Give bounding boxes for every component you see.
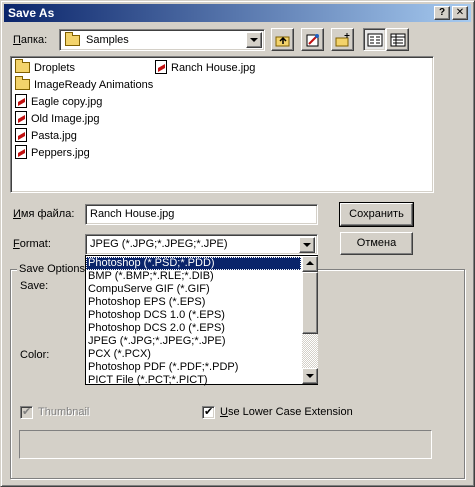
filename-label: Имя файла: (13, 208, 75, 220)
thumbnail-label: Thumbnail (38, 406, 90, 418)
lowercase-extension-checkbox[interactable]: ✔ (202, 406, 215, 419)
save-button[interactable]: Сохранить (339, 202, 414, 227)
up-one-level-button[interactable] (271, 28, 294, 51)
help-button[interactable]: ? (434, 6, 450, 20)
list-view-icon (367, 33, 383, 47)
scroll-thumb[interactable] (302, 272, 318, 334)
list-item[interactable]: ImageReady Animations (15, 76, 153, 93)
list-item[interactable]: Ranch House.jpg (155, 60, 255, 76)
list-view-button[interactable] (363, 28, 386, 51)
filename-value: Ranch House.jpg (90, 208, 175, 220)
help-icon: ? (438, 7, 446, 18)
scroll-down-button[interactable] (302, 368, 318, 384)
format-label: Format: (13, 238, 51, 250)
image-file-icon (15, 145, 27, 159)
format-option[interactable]: Photoshop PDF (*.PDF;*.PDP) (86, 361, 301, 374)
chevron-down-icon (303, 243, 311, 247)
close-icon: ✕ (455, 7, 465, 18)
filename-input[interactable]: Ranch House.jpg (85, 204, 318, 225)
cancel-button[interactable]: Отмена (340, 232, 413, 255)
details-view-button[interactable] (386, 28, 409, 51)
favorites-button[interactable] (301, 28, 324, 51)
format-option[interactable]: Photoshop EPS (*.EPS) (86, 296, 301, 309)
format-option[interactable]: Photoshop (*.PSD;*.PDD) (86, 257, 301, 270)
format-dropdown-list[interactable]: Photoshop (*.PSD;*.PDD) BMP (*.BMP;*.RLE… (85, 255, 318, 387)
format-option[interactable]: PCX (*.PCX) (86, 348, 301, 361)
format-options: Photoshop (*.PSD;*.PDD) BMP (*.BMP;*.RLE… (86, 257, 301, 387)
save-label: Save: (20, 280, 49, 292)
color-label: Color: (20, 349, 50, 361)
folder-icon (65, 32, 80, 47)
image-file-icon (155, 60, 167, 74)
format-option[interactable]: JPEG (*.JPG;*.JPEG;*.JPE) (86, 335, 301, 348)
save-as-dialog: Save As ? ✕ Папка: Samples Droplets Imag… (0, 0, 475, 487)
format-combo[interactable]: JPEG (*.JPG;*.JPEG;*.JPE) (85, 234, 318, 255)
window-title: Save As (8, 6, 55, 20)
chevron-down-icon (306, 374, 314, 378)
favorites-icon (306, 34, 319, 47)
format-option[interactable]: Photoshop DCS 2.0 (*.EPS) (86, 322, 301, 335)
list-item[interactable]: Eagle copy.jpg (15, 94, 102, 110)
lowercase-extension-label: Use Lower Case Extension (220, 406, 353, 418)
chevron-down-icon (250, 38, 258, 42)
chevron-up-icon (306, 261, 314, 265)
format-option[interactable]: CompuServe GIF (*.GIF) (86, 283, 301, 296)
folder-icon (15, 76, 30, 90)
folder-icon (15, 59, 30, 73)
new-folder-icon (335, 33, 350, 47)
folder-label: Папка: (13, 34, 48, 46)
save-options-title: Save Options (17, 263, 88, 275)
format-option[interactable]: PICT File (*.PCT;*.PICT) (86, 374, 301, 387)
thumbnail-checkbox[interactable]: ✔ (20, 406, 33, 419)
format-combo-arrow[interactable] (299, 237, 315, 253)
list-item[interactable]: Pasta.jpg (15, 128, 77, 144)
scroll-up-button[interactable] (302, 256, 318, 272)
checkmark-icon: ✔ (22, 406, 32, 418)
folder-combo-arrow[interactable] (246, 32, 262, 48)
list-item[interactable]: Old Image.jpg (15, 111, 99, 127)
image-file-icon (15, 111, 27, 125)
folder-combo-value: Samples (86, 34, 129, 46)
details-view-icon (390, 33, 406, 47)
list-item[interactable]: Droplets (15, 59, 75, 76)
format-option[interactable]: Photoshop DCS 1.0 (*.EPS) (86, 309, 301, 322)
file-list[interactable]: Droplets ImageReady Animations Eagle cop… (10, 56, 434, 193)
format-option[interactable]: BMP (*.BMP;*.RLE;*.DIB) (86, 270, 301, 283)
checkmark-icon: ✔ (204, 406, 214, 418)
folder-combo[interactable]: Samples (59, 29, 265, 51)
format-combo-value: JPEG (*.JPG;*.JPEG;*.JPE) (90, 238, 228, 250)
close-button[interactable]: ✕ (452, 6, 468, 20)
status-panel (19, 430, 432, 459)
up-one-level-icon (275, 36, 290, 47)
title-bar[interactable]: Save As ? ✕ (4, 4, 471, 22)
image-file-icon (15, 128, 27, 142)
image-file-icon (15, 94, 27, 108)
list-item[interactable]: Peppers.jpg (15, 145, 90, 161)
new-folder-button[interactable] (331, 28, 354, 51)
